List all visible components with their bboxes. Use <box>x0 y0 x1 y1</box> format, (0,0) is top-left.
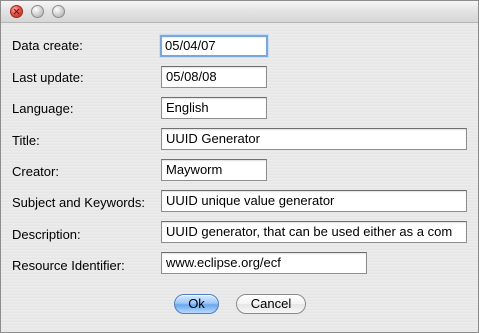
zoom-window-button[interactable] <box>52 5 65 18</box>
language-label: Language: <box>12 101 74 116</box>
last-update-label: Last update: <box>12 70 84 85</box>
window-titlebar <box>1 1 478 23</box>
cancel-button[interactable]: Cancel <box>236 294 306 314</box>
close-window-button[interactable] <box>10 5 23 18</box>
minimize-window-button[interactable] <box>31 5 44 18</box>
resource-identifier-field[interactable]: www.eclipse.org/ecf <box>161 252 367 274</box>
subject-keywords-field[interactable]: UUID unique value generator <box>161 190 467 212</box>
creator-field[interactable]: Mayworm <box>161 159 267 181</box>
ok-button[interactable]: Ok <box>174 294 219 314</box>
title-label: Title: <box>12 133 40 148</box>
description-label: Description: <box>12 227 81 242</box>
language-field[interactable]: English <box>161 97 267 119</box>
creator-label: Creator: <box>12 164 59 179</box>
title-field[interactable]: UUID Generator <box>161 128 467 150</box>
subject-keywords-label: Subject and Keywords: <box>12 195 145 210</box>
metadata-dialog-window: Data create: 05/04/07 Last update: 05/08… <box>0 0 479 333</box>
last-update-field[interactable]: 05/08/08 <box>161 66 267 88</box>
data-create-label: Data create: <box>12 38 83 53</box>
data-create-field[interactable]: 05/04/07 <box>160 35 268 57</box>
description-field[interactable]: UUID generator, that can be used either … <box>161 221 467 243</box>
resource-identifier-label: Resource Identifier: <box>12 258 125 273</box>
